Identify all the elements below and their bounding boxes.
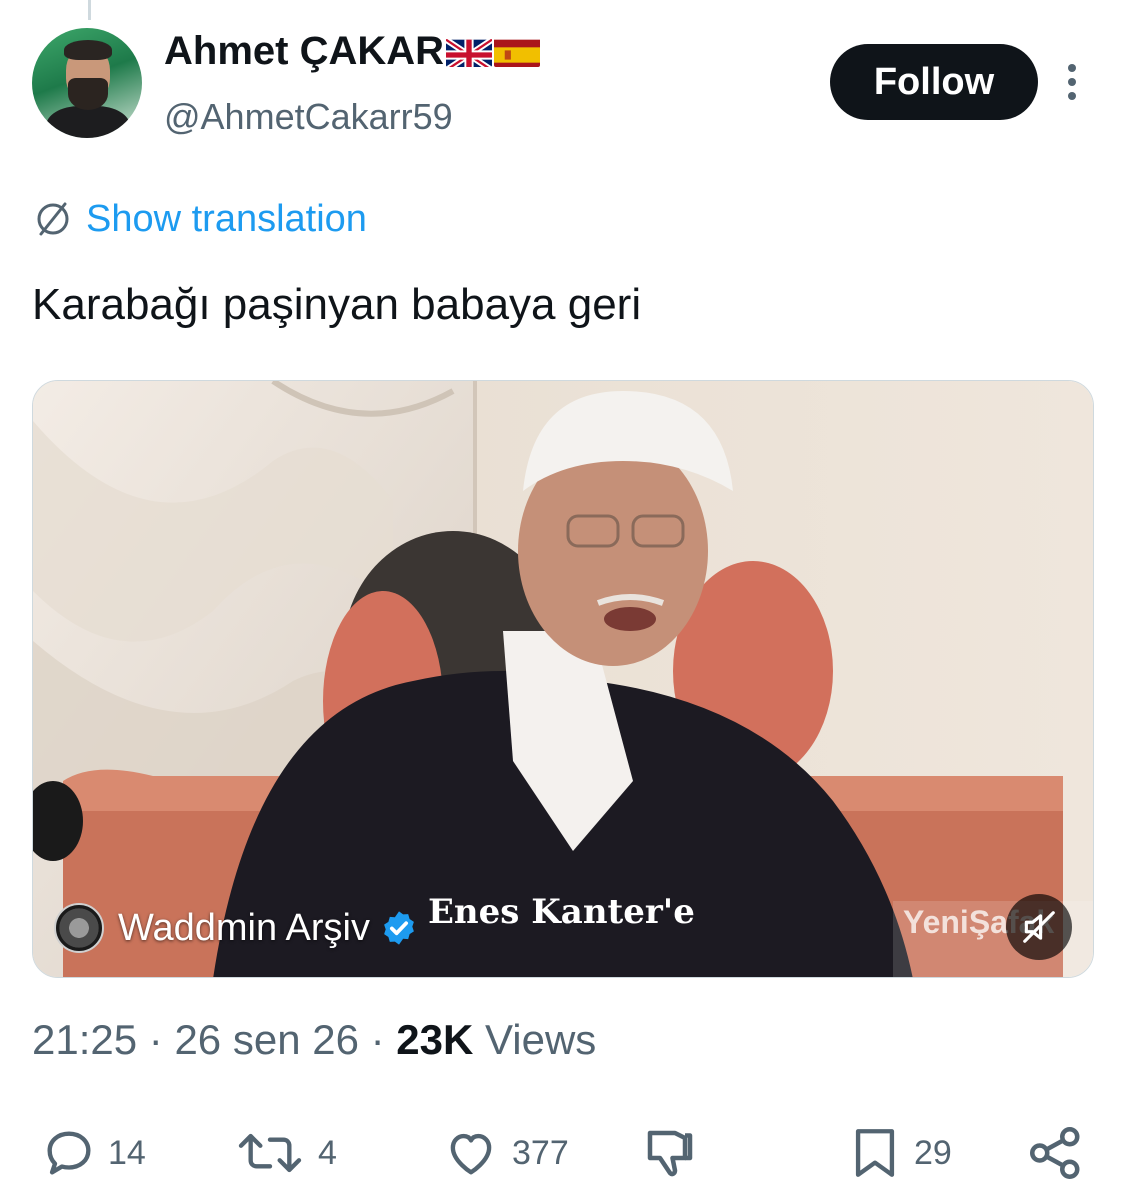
more-vertical-icon — [1068, 64, 1076, 100]
bookmark-icon — [855, 1129, 895, 1177]
author-handle[interactable]: @AhmetCakarr59 — [164, 96, 453, 138]
share-button[interactable] — [1026, 1118, 1086, 1188]
tweet-action-bar: 14 4 377 29 — [0, 1118, 1128, 1188]
uk-flag-icon — [446, 35, 492, 67]
reply-button[interactable]: 14 — [40, 1118, 146, 1188]
meta-separator: · — [370, 1016, 385, 1063]
bookmark-count: 29 — [914, 1133, 952, 1172]
views-label: Views — [485, 1016, 597, 1063]
show-translation-label: Show translation — [86, 197, 367, 240]
share-icon — [1030, 1127, 1080, 1179]
meta-separator: · — [148, 1016, 163, 1063]
tweet-date[interactable]: 26 sen 26 — [174, 1016, 359, 1063]
source-name: Waddmin Arşiv — [118, 906, 370, 949]
reply-icon — [47, 1131, 91, 1175]
like-count: 377 — [512, 1133, 569, 1172]
more-options-button[interactable] — [1056, 60, 1088, 104]
like-button[interactable]: 377 — [440, 1118, 569, 1188]
thumbs-down-icon — [647, 1130, 693, 1177]
mute-toggle-button[interactable] — [1006, 894, 1072, 960]
repost-count: 4 — [318, 1133, 337, 1172]
views-count: 23K — [396, 1016, 474, 1063]
author-avatar[interactable] — [32, 28, 142, 138]
muted-speaker-icon — [1023, 911, 1055, 943]
verified-badge-icon — [384, 911, 414, 945]
media-source-attribution[interactable]: Waddmin Arşiv — [54, 890, 418, 966]
tweet-metadata: 21:25 · 26 sen 26 · 23K Views — [32, 1014, 596, 1066]
author-name-text: Ahmet ÇAKAR — [164, 29, 444, 73]
spain-flag-icon — [494, 35, 540, 67]
repost-button[interactable]: 4 — [232, 1118, 337, 1188]
video-player[interactable]: Enes Kanter'e YeniŞafak — [32, 380, 1094, 978]
avatar-beard — [68, 78, 108, 110]
tweet-time[interactable]: 21:25 — [32, 1016, 137, 1063]
dislike-button[interactable] — [640, 1118, 700, 1188]
avatar-body — [46, 106, 130, 138]
reply-count: 14 — [108, 1133, 146, 1172]
bookmark-button[interactable]: 29 — [846, 1118, 952, 1188]
translate-globe-icon — [37, 202, 69, 236]
follow-button[interactable]: Follow — [830, 44, 1038, 120]
thread-connector-line — [88, 0, 91, 20]
heart-icon — [450, 1133, 492, 1175]
repost-icon — [238, 1133, 302, 1173]
video-caption-overlay: Enes Kanter'e — [428, 892, 695, 932]
author-display-name[interactable]: Ahmet ÇAKAR — [164, 28, 540, 74]
source-avatar — [54, 903, 104, 953]
show-translation-link[interactable]: Show translation — [32, 194, 367, 244]
tweet-text: Karabağı paşinyan babaya geri — [32, 280, 642, 329]
avatar-hair — [64, 40, 112, 60]
video-frame: Enes Kanter'e YeniŞafak — [33, 381, 1093, 977]
